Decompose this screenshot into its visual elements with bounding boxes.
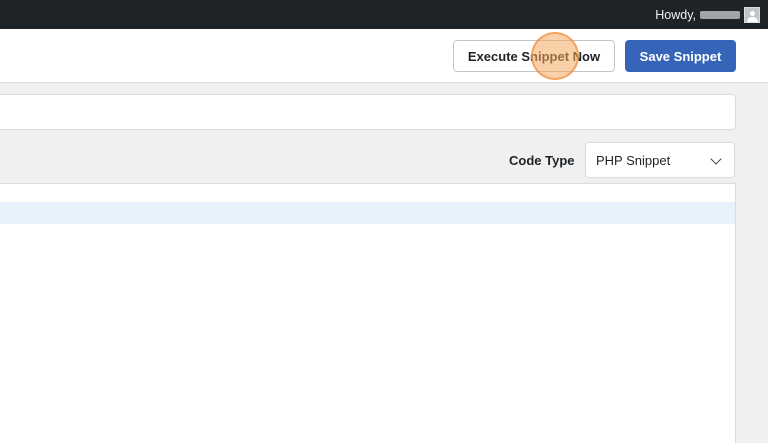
username-redacted bbox=[700, 10, 740, 19]
snippet-title-input[interactable] bbox=[0, 94, 736, 130]
account-menu[interactable]: Howdy, bbox=[655, 0, 760, 29]
page-header: Execute Snippet Now Save Snippet bbox=[0, 29, 768, 83]
code-editor[interactable] bbox=[0, 183, 736, 443]
editor-active-line bbox=[0, 202, 735, 224]
code-type-label: Code Type bbox=[509, 152, 575, 168]
code-type-select[interactable]: PHP Snippet bbox=[585, 142, 735, 178]
admin-bar: Howdy, bbox=[0, 0, 768, 29]
howdy-label: Howdy, bbox=[655, 7, 696, 22]
user-avatar-icon[interactable] bbox=[744, 6, 760, 23]
execute-snippet-button[interactable]: Execute Snippet Now bbox=[453, 40, 615, 72]
chevron-down-icon bbox=[710, 153, 722, 165]
code-type-selected-value: PHP Snippet bbox=[596, 152, 671, 168]
save-snippet-button[interactable]: Save Snippet bbox=[625, 40, 736, 72]
